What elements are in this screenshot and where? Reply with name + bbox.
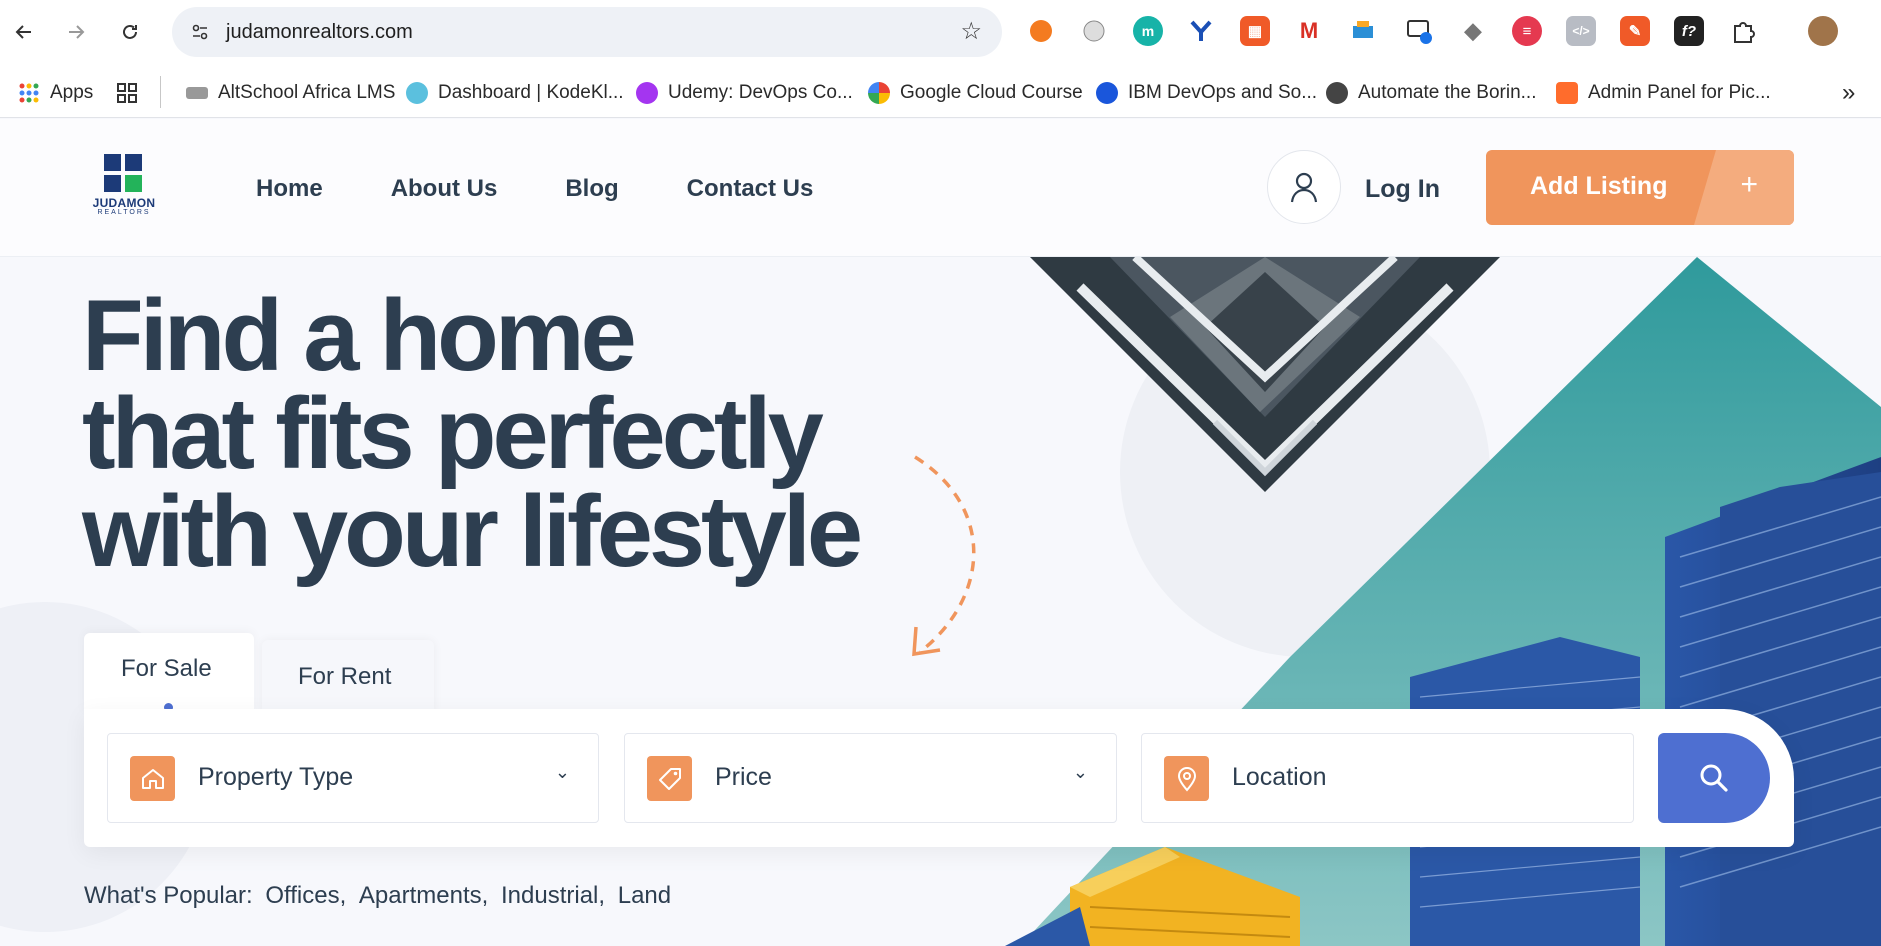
- curved-arrow-icon: [912, 455, 976, 657]
- headline-line: Find a home: [82, 280, 637, 392]
- extension-icon[interactable]: ✎: [1620, 16, 1650, 46]
- kodekloud-icon: [406, 82, 428, 104]
- user-icon[interactable]: [1267, 150, 1341, 224]
- nav-about-us[interactable]: About Us: [391, 175, 498, 203]
- tab-for-sale[interactable]: For Sale: [84, 633, 254, 713]
- cpanel-icon: [1556, 82, 1578, 104]
- extension-icon[interactable]: f?: [1674, 16, 1704, 46]
- bookmark-altschool[interactable]: AltSchool Africa LMS: [186, 80, 395, 106]
- popular-label: What's Popular:: [84, 882, 253, 909]
- tab-for-rent[interactable]: For Rent: [262, 640, 434, 713]
- bookmark-star-icon[interactable]: ☆: [960, 17, 982, 46]
- extension-icon[interactable]: ≡: [1512, 16, 1542, 46]
- nav-blog[interactable]: Blog: [565, 175, 618, 203]
- url-text: judamonrealtors.com: [226, 21, 413, 43]
- site-logo[interactable]: JUDAMON REALTORS: [86, 154, 162, 224]
- extension-icon[interactable]: [1186, 16, 1216, 46]
- coursera-icon: [1096, 82, 1118, 104]
- nav-home[interactable]: Home: [256, 175, 323, 203]
- google-icon: [868, 82, 890, 104]
- logo-text: JUDAMON: [92, 196, 156, 210]
- address-bar[interactable]: judamonrealtors.com ☆: [172, 7, 1002, 57]
- bookmark-google-cloud[interactable]: Google Cloud Course: [868, 80, 1083, 106]
- gmail-icon[interactable]: M: [1294, 16, 1324, 46]
- more-bookmarks-icon[interactable]: »: [1842, 79, 1855, 106]
- popular-link[interactable]: Apartments,: [359, 882, 488, 909]
- site-info-icon[interactable]: [186, 18, 214, 46]
- code-icon[interactable]: </>: [1566, 16, 1596, 46]
- bookmark-apps[interactable]: Apps: [18, 80, 93, 106]
- add-listing-label: Add Listing: [1530, 172, 1668, 200]
- home-icon: [130, 756, 175, 801]
- login-link[interactable]: Log In: [1365, 175, 1440, 204]
- logo-mark: [104, 154, 142, 192]
- popular-link[interactable]: Offices,: [265, 882, 346, 909]
- reload-icon[interactable]: [112, 14, 148, 50]
- back-icon[interactable]: [6, 14, 42, 50]
- extension-icon[interactable]: [1404, 16, 1434, 46]
- extension-icon[interactable]: [1079, 16, 1109, 46]
- bookmark-admin-panel[interactable]: Admin Panel for Pic...: [1556, 80, 1771, 106]
- extension-icon[interactable]: ◆: [1458, 16, 1488, 46]
- bookmark-divider: [160, 76, 161, 108]
- headline-line: with your lifestyle: [82, 476, 863, 588]
- extension-icon[interactable]: ▦: [1240, 16, 1270, 46]
- bookmark-ibm-devops[interactable]: IBM DevOps and So...: [1096, 80, 1317, 106]
- price-tag-icon: [647, 756, 692, 801]
- bookmark-kodekloud[interactable]: Dashboard | KodeKl...: [406, 80, 624, 106]
- search-panel: Property Type ⌄ Price ⌄ Location: [84, 709, 1794, 847]
- main-nav: Home About Us Blog Contact Us: [256, 175, 813, 203]
- popular-link[interactable]: Industrial,: [501, 882, 605, 909]
- extension-icon[interactable]: m: [1133, 16, 1163, 46]
- add-listing-button[interactable]: Add Listing +: [1486, 150, 1794, 225]
- location-pin-icon: [1164, 756, 1209, 801]
- chevron-down-icon: ⌄: [554, 762, 570, 782]
- bookmark-udemy[interactable]: Udemy: DevOps Co...: [636, 80, 853, 106]
- browser-toolbar: judamonrealtors.com ☆ m ▦ M ◆ ≡ </> ✎ f?: [0, 0, 1881, 66]
- forward-icon[interactable]: [58, 14, 94, 50]
- altschool-icon: [186, 87, 208, 99]
- chevron-down-icon: ⌄: [1072, 762, 1088, 782]
- price-select[interactable]: Price ⌄: [624, 733, 1117, 823]
- puzzle-icon[interactable]: [1728, 16, 1758, 46]
- logo-subtext: REALTORS: [97, 209, 151, 216]
- globe-icon: [1326, 82, 1348, 104]
- bookmarks-bar: Apps AltSchool Africa LMS Dashboard | Ko…: [0, 66, 1881, 118]
- search-icon: [1700, 764, 1728, 792]
- popular-link[interactable]: Land: [618, 882, 671, 909]
- hero-headline: Find a home that fits perfectly with you…: [82, 280, 863, 588]
- hero-section: Find a home that fits perfectly with you…: [0, 257, 1881, 946]
- apps-grid-icon: [19, 83, 39, 103]
- nav-contact-us[interactable]: Contact Us: [687, 175, 814, 203]
- plus-icon: +: [1740, 168, 1758, 201]
- popular-searches: What's Popular: Offices, Apartments, Ind…: [84, 882, 671, 910]
- avatar[interactable]: [1808, 16, 1838, 46]
- bookmark-automate[interactable]: Automate the Borin...: [1326, 80, 1537, 106]
- property-type-select[interactable]: Property Type ⌄: [107, 733, 599, 823]
- headline-line: that fits perfectly: [82, 378, 824, 490]
- tab-groups-icon[interactable]: [116, 80, 138, 106]
- search-button[interactable]: [1658, 733, 1770, 823]
- udemy-icon: [636, 82, 658, 104]
- extension-icon[interactable]: [1026, 16, 1056, 46]
- location-input[interactable]: Location: [1141, 733, 1634, 823]
- extension-icon[interactable]: [1348, 16, 1378, 46]
- site-header: JUDAMON REALTORS Home About Us Blog Cont…: [0, 119, 1881, 257]
